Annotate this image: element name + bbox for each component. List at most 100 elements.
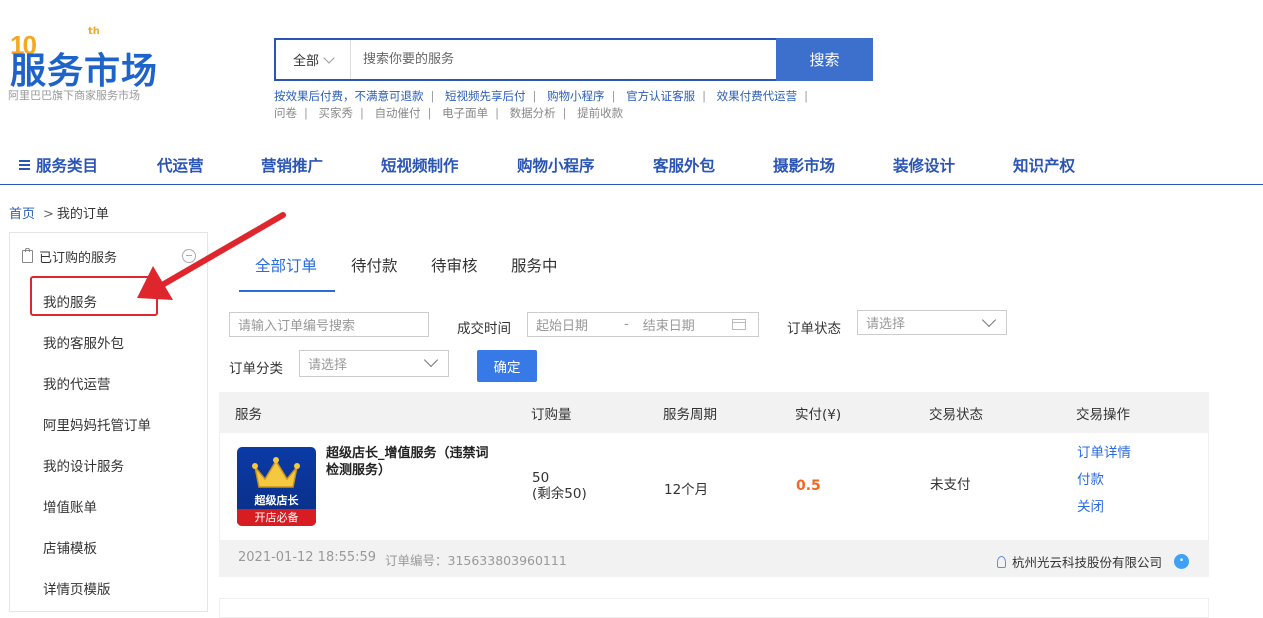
hot-links: 按效果后付费，不满意可退款 | 短视频先享后付 | 购物小程序 | 官方认证客服 | 效… bbox=[274, 88, 894, 122]
product-image-title: 超级店长 bbox=[254, 494, 299, 507]
seller-info: 杭州光云科技股份有限公司 • bbox=[997, 552, 1190, 571]
range-dash: - bbox=[624, 317, 629, 332]
seller-name[interactable]: 杭州光云科技股份有限公司 bbox=[1012, 552, 1162, 571]
search-bar: 全部 搜索 bbox=[274, 38, 873, 81]
product-image[interactable]: 超级店长 开店必备 bbox=[237, 447, 316, 526]
quantity-value: 50 bbox=[532, 470, 550, 486]
tab-pending-payment[interactable]: 待付款 bbox=[351, 254, 398, 276]
hot-links-row-1: 按效果后付费，不满意可退款 | 短视频先享后付 | 购物小程序 | 官方认证客服 | 效… bbox=[274, 89, 808, 103]
search-input[interactable] bbox=[351, 40, 776, 79]
chat-icon[interactable]: • bbox=[1174, 554, 1190, 569]
order-detail-link[interactable]: 订单详情 bbox=[1077, 440, 1131, 467]
chevron-down-icon bbox=[981, 312, 997, 328]
hot-link[interactable]: 问卷 bbox=[274, 106, 297, 120]
tab-pending-review[interactable]: 待审核 bbox=[431, 254, 478, 276]
nav-item-short-video[interactable]: 短视频制作 bbox=[381, 154, 459, 176]
nav-item-ip[interactable]: 知识产权 bbox=[1013, 154, 1075, 176]
sidebar: 已订购的服务 我的服务 我的客服外包 我的代运营 阿里妈妈托管订单 我的设计服务… bbox=[9, 232, 208, 612]
nav-item-mini-program[interactable]: 购物小程序 bbox=[517, 154, 595, 176]
hot-link[interactable]: 提前收款 bbox=[577, 106, 623, 120]
nav-item-customer-service[interactable]: 客服外包 bbox=[653, 154, 715, 176]
breadcrumb: 首页 > 我的订单 bbox=[9, 203, 109, 222]
confirm-button[interactable]: 确定 bbox=[477, 350, 537, 382]
order-category-select[interactable]: 请选择 bbox=[299, 350, 449, 377]
calendar-icon bbox=[732, 319, 746, 330]
nav-item-categories[interactable]: 服务类目 bbox=[19, 154, 98, 176]
table-row: 超级店长 开店必备 超级店长_增值服务（违禁词检测服务） 50 (剩余50) 1… bbox=[219, 433, 1209, 540]
anniversary-badge-sup: th bbox=[88, 26, 100, 37]
hot-link[interactable]: 数据分析 bbox=[510, 106, 556, 120]
search-scope-label: 全部 bbox=[292, 54, 319, 69]
trade-status: 未支付 bbox=[930, 477, 971, 493]
order-number-input[interactable]: 请输入订单编号搜索 bbox=[229, 312, 429, 337]
shopping-bag-icon bbox=[22, 248, 33, 263]
breadcrumb-home[interactable]: 首页 bbox=[9, 207, 35, 222]
sidebar-item-my-services[interactable]: 我的服务 bbox=[43, 291, 97, 311]
date-range-picker[interactable]: 起始日期 - 结束日期 bbox=[527, 312, 759, 337]
sidebar-item-design[interactable]: 我的设计服务 bbox=[43, 455, 124, 475]
search-box: 全部 bbox=[274, 38, 776, 81]
collapse-icon[interactable] bbox=[182, 249, 196, 263]
order-category-placeholder: 请选择 bbox=[308, 358, 348, 373]
hot-link[interactable]: 短视频先享后付 bbox=[445, 89, 526, 103]
sidebar-item-detail-templates[interactable]: 详情页模版 bbox=[43, 578, 111, 598]
order-status-select[interactable]: 请选择 bbox=[857, 310, 1007, 335]
column-header-period: 服务周期 bbox=[663, 407, 717, 423]
tab-all-orders[interactable]: 全部订单 bbox=[255, 254, 317, 276]
nav-item-marketing[interactable]: 营销推广 bbox=[261, 154, 323, 176]
pay-link[interactable]: 付款 bbox=[1077, 467, 1131, 494]
order-actions: 订单详情 付款 关闭 bbox=[1077, 440, 1131, 521]
sidebar-item-alimama[interactable]: 阿里妈妈托管订单 bbox=[43, 414, 151, 434]
product-image-ribbon: 开店必备 bbox=[237, 509, 316, 526]
hot-link[interactable]: 自动催付 bbox=[375, 106, 421, 120]
column-header-service: 服务 bbox=[235, 407, 262, 423]
paid-amount: 0.5 bbox=[796, 478, 821, 494]
next-order-card bbox=[219, 598, 1209, 618]
search-button[interactable]: 搜索 bbox=[776, 38, 873, 81]
breadcrumb-current: 我的订单 bbox=[56, 207, 109, 222]
order-status-label: 订单状态 bbox=[787, 321, 841, 337]
crown-icon bbox=[252, 457, 300, 488]
logo-subtitle: 阿里巴巴旗下商家服务市场 bbox=[8, 89, 140, 102]
hot-link[interactable]: 电子面单 bbox=[442, 106, 488, 120]
hot-link[interactable]: 买家秀 bbox=[319, 106, 354, 120]
order-status-placeholder: 请选择 bbox=[866, 317, 906, 332]
sidebar-header[interactable]: 已订购的服务 bbox=[22, 247, 117, 266]
hot-link[interactable]: 购物小程序 bbox=[547, 89, 605, 103]
nav-item-decoration[interactable]: 装修设计 bbox=[893, 154, 955, 176]
sidebar-header-label: 已订购的服务 bbox=[39, 251, 118, 266]
main-nav: 服务类目 代运营 营销推广 短视频制作 购物小程序 客服外包 摄影市场 装修设计… bbox=[0, 146, 1263, 185]
hot-link[interactable]: 效果付费代运营 bbox=[717, 89, 798, 103]
order-date: 2021-01-12 18:55:59 bbox=[238, 550, 377, 565]
nav-item-label: 服务类目 bbox=[36, 157, 99, 175]
order-category-label: 订单分类 bbox=[229, 361, 283, 377]
chevron-down-icon bbox=[423, 352, 439, 368]
column-header-quantity: 订购量 bbox=[531, 407, 572, 423]
active-tab-underline bbox=[239, 290, 335, 292]
nav-item-agency[interactable]: 代运营 bbox=[157, 154, 204, 176]
tab-in-service[interactable]: 服务中 bbox=[511, 254, 558, 276]
sidebar-item-templates[interactable]: 店铺模板 bbox=[43, 537, 97, 557]
column-header-actions: 交易操作 bbox=[1076, 407, 1130, 423]
hot-links-row-2: 问卷 | 买家秀 | 自动催付 | 电子面单 | 数据分析 | 提前收款 bbox=[274, 106, 624, 120]
chevron-down-icon bbox=[323, 51, 335, 64]
seller-badge-icon bbox=[997, 555, 1006, 568]
order-footer: 2021-01-12 18:55:59 订单编号：315633803960111… bbox=[219, 540, 1209, 577]
quantity-remaining: (剩余50) bbox=[532, 486, 587, 502]
sidebar-item-cs-outsourcing[interactable]: 我的客服外包 bbox=[43, 332, 124, 352]
product-name[interactable]: 超级店长_增值服务（违禁词检测服务） bbox=[326, 445, 496, 479]
menu-icon bbox=[19, 160, 30, 170]
column-header-paid: 实付(¥) bbox=[795, 407, 842, 423]
start-date-placeholder: 起始日期 bbox=[536, 319, 589, 334]
close-order-link[interactable]: 关闭 bbox=[1077, 494, 1131, 521]
column-header-status: 交易状态 bbox=[929, 407, 983, 423]
nav-item-photography[interactable]: 摄影市场 bbox=[773, 154, 835, 176]
hot-link[interactable]: 官方认证客服 bbox=[626, 89, 695, 103]
site-logo[interactable]: 10 th 服务市场 阿里巴巴旗下商家服务市场 bbox=[8, 26, 183, 105]
deal-time-label: 成交时间 bbox=[457, 321, 511, 337]
sidebar-item-billing[interactable]: 增值账单 bbox=[43, 496, 97, 516]
hot-link[interactable]: 按效果后付费，不满意可退款 bbox=[274, 89, 424, 103]
end-date-placeholder: 结束日期 bbox=[642, 319, 695, 334]
search-scope-dropdown[interactable]: 全部 bbox=[276, 40, 351, 79]
sidebar-item-agency[interactable]: 我的代运营 bbox=[43, 373, 111, 393]
